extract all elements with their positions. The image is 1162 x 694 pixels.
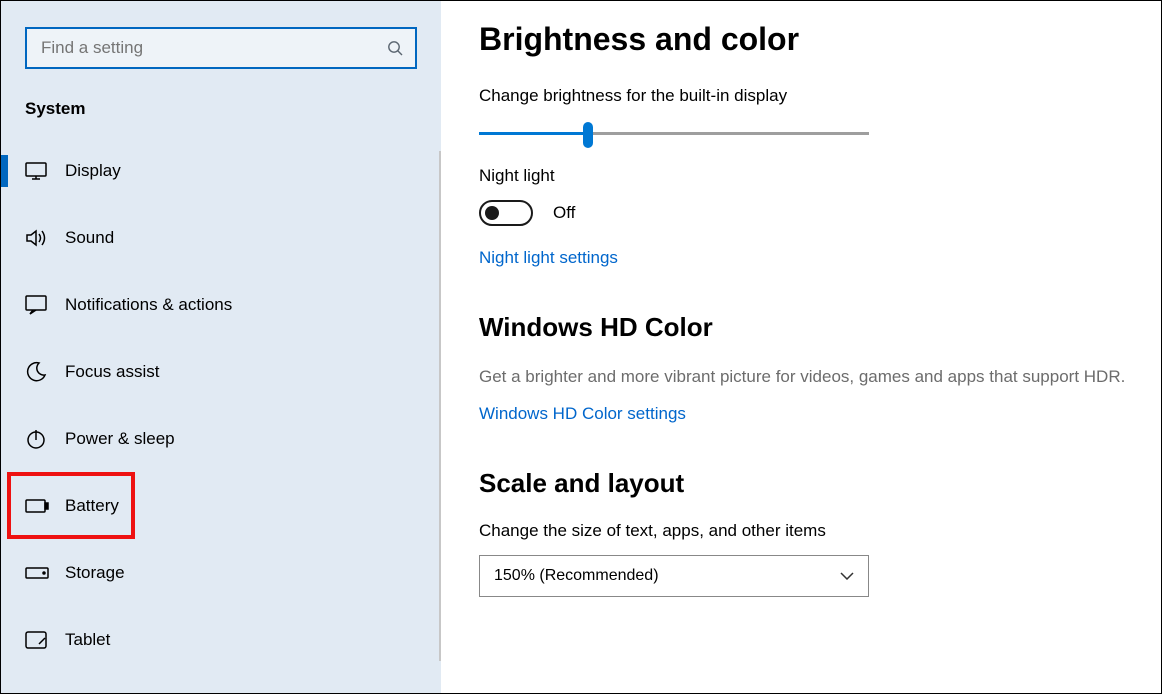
sidebar-item-power-sleep[interactable]: Power & sleep [1,405,441,472]
sidebar-item-label: Focus assist [65,362,159,382]
sidebar-item-display[interactable]: Display [1,137,441,204]
night-light-settings-link[interactable]: Night light settings [479,248,618,268]
sidebar-nav: Display Sound Notifications & actions [1,137,441,673]
sidebar-item-label: Notifications & actions [65,295,232,315]
sidebar-item-storage[interactable]: Storage [1,539,441,606]
notifications-icon [25,295,65,315]
night-light-state: Off [553,203,575,223]
power-icon [25,428,65,450]
storage-icon [25,567,65,579]
chevron-down-icon [840,572,854,580]
night-light-toggle[interactable] [479,200,533,226]
sidebar-item-notifications[interactable]: Notifications & actions [1,271,441,338]
scale-dropdown-value: 150% (Recommended) [494,567,659,585]
tablet-icon [25,631,65,649]
section-heading-scale: Scale and layout [479,468,1127,499]
section-heading-hdcolor: Windows HD Color [479,312,1127,343]
display-icon [25,162,65,180]
sidebar-item-label: Power & sleep [65,429,175,449]
battery-icon [25,499,65,513]
sidebar-item-tablet[interactable]: Tablet [1,606,441,673]
sidebar-item-label: Display [65,161,121,181]
sidebar-item-battery[interactable]: Battery [7,472,135,539]
sidebar-item-label: Tablet [65,630,110,650]
sidebar-item-focus-assist[interactable]: Focus assist [1,338,441,405]
sidebar-item-label: Battery [65,496,119,516]
scale-label: Change the size of text, apps, and other… [479,521,1127,541]
hdcolor-settings-link[interactable]: Windows HD Color settings [479,404,686,424]
night-light-label: Night light [479,166,1127,186]
sidebar-item-sound[interactable]: Sound [1,204,441,271]
hdcolor-description: Get a brighter and more vibrant picture … [479,365,1127,390]
brightness-label: Change brightness for the built-in displ… [479,86,1127,106]
sidebar-category-label: System [1,87,441,137]
sidebar-scrollbar[interactable] [439,151,441,661]
sidebar-item-label: Sound [65,228,114,248]
brightness-slider[interactable] [479,120,869,148]
sidebar-item-label: Storage [65,563,125,583]
main-content: Brightness and color Change brightness f… [441,1,1161,693]
scale-dropdown[interactable]: 150% (Recommended) [479,555,869,597]
search-input[interactable] [25,27,417,69]
sound-icon [25,228,65,248]
settings-sidebar: System Display Sound [1,1,441,693]
focus-assist-icon [25,361,65,383]
section-heading-brightness: Brightness and color [479,21,1127,58]
